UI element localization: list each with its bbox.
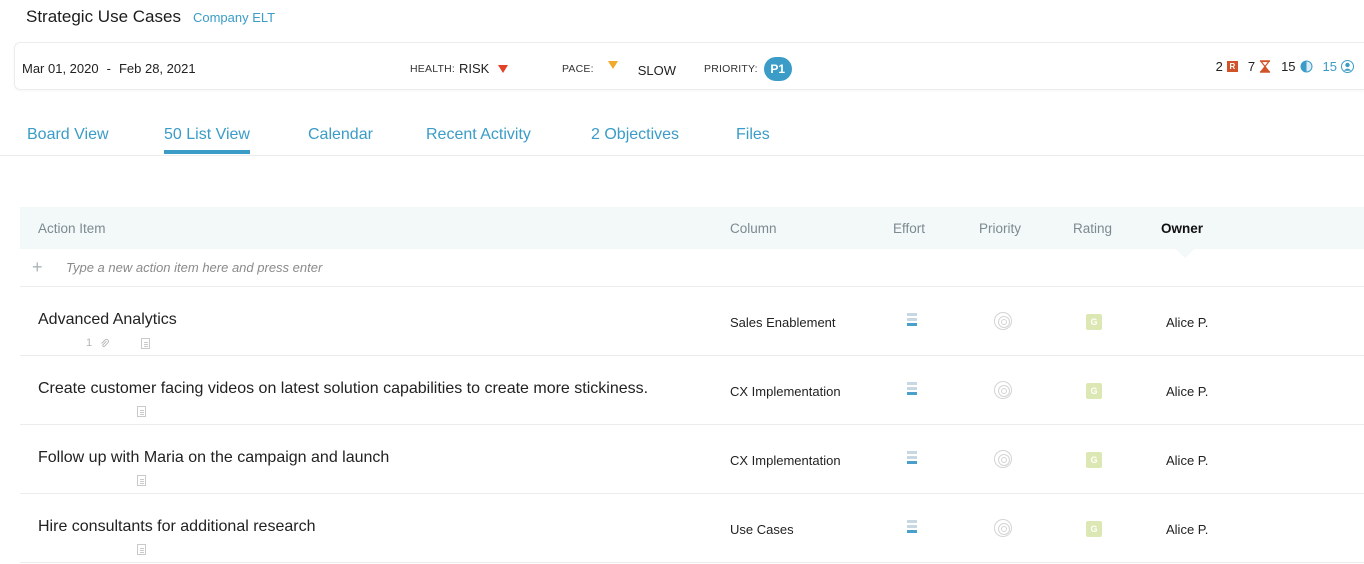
table-header: Action Item Column Effort Priority Ratin… [20, 207, 1364, 258]
rating-badge[interactable]: G [1086, 383, 1102, 399]
start-date: Mar 01, 2020 [22, 61, 99, 76]
table-row[interactable]: Advanced Analytics 1 Sales Enablement G … [20, 287, 1364, 356]
members-counter[interactable]: 15 [1323, 59, 1354, 74]
column-header-effort[interactable]: Effort [893, 221, 925, 236]
rating-badge[interactable]: G [1086, 314, 1102, 330]
item-meta [86, 544, 146, 555]
table-row[interactable]: Create customer facing videos on latest … [20, 356, 1364, 425]
item-meta [86, 406, 146, 417]
action-item-title[interactable]: Advanced Analytics [38, 311, 177, 329]
attachment-count: 1 [86, 337, 93, 349]
end-date: Feb 28, 2021 [118, 61, 196, 76]
owner-name[interactable]: Alice P. [1166, 315, 1208, 330]
tab-list-view[interactable]: 50 List View [164, 126, 250, 154]
health-label: HEALTH: [410, 62, 455, 75]
date-range[interactable]: Mar 01, 2020 - Feb 28, 2021 [22, 61, 196, 76]
tab-board-view[interactable]: Board View [27, 126, 109, 144]
priority-target-icon[interactable] [994, 312, 1012, 330]
pace-indicator[interactable]: PACE: SLOW [562, 60, 677, 78]
item-meta: 1 [86, 337, 151, 349]
health-down-triangle-icon [498, 64, 509, 73]
page-header: Strategic Use Cases Company ELT [26, 7, 275, 27]
effort-level-icon[interactable] [907, 520, 917, 533]
owner-name[interactable]: Alice P. [1166, 522, 1208, 537]
item-meta [86, 475, 146, 486]
priority-badge[interactable]: P1 [763, 57, 792, 81]
risk-icon: R [1226, 61, 1238, 72]
column-header-action-item[interactable]: Action Item [38, 221, 106, 236]
document-icon[interactable] [137, 406, 146, 417]
priority-target-icon[interactable] [994, 519, 1012, 537]
members-count: 15 [1322, 59, 1337, 74]
tab-calendar[interactable]: Calendar [308, 126, 373, 144]
overdue-count: 7 [1247, 59, 1256, 74]
effort-level-icon[interactable] [907, 451, 917, 464]
tab-recent-activity[interactable]: Recent Activity [426, 126, 531, 144]
tab-objectives[interactable]: 2 Objectives [591, 126, 679, 144]
effort-level-icon[interactable] [907, 313, 917, 326]
overdue-counter[interactable]: 7 [1248, 59, 1271, 74]
column-name[interactable]: Sales Enablement [730, 315, 836, 330]
action-item-title[interactable]: Create customer facing videos on latest … [38, 380, 648, 398]
page-title: Strategic Use Cases [26, 7, 181, 26]
priority-label: PRIORITY: [704, 63, 758, 75]
column-header-owner[interactable]: Owner [1161, 221, 1203, 236]
column-header-rating[interactable]: Rating [1073, 221, 1112, 236]
owner-name[interactable]: Alice P. [1166, 384, 1208, 399]
table-row[interactable]: Hire consultants for additional research… [20, 494, 1364, 563]
pace-down-triangle-icon [607, 60, 618, 69]
risk-count: 2 [1215, 59, 1223, 74]
action-item-title[interactable]: Hire consultants for additional research [38, 518, 315, 536]
counters: 2 R 7 15 15 [1216, 59, 1354, 74]
progress-counter[interactable]: 15 [1281, 59, 1313, 74]
priority-target-icon[interactable] [994, 381, 1012, 399]
pace-label: PACE: [562, 62, 594, 75]
effort-level-icon[interactable] [907, 382, 917, 395]
rating-badge[interactable]: G [1086, 521, 1102, 537]
table-row[interactable]: Follow up with Maria on the campaign and… [20, 425, 1364, 494]
action-items-table: Action Item Column Effort Priority Ratin… [20, 207, 1364, 563]
action-item-title[interactable]: Follow up with Maria on the campaign and… [38, 449, 389, 467]
column-header-column[interactable]: Column [730, 221, 777, 236]
progress-count: 15 [1281, 59, 1296, 74]
add-action-item-row: + [20, 249, 1364, 287]
date-separator: - [106, 61, 111, 76]
column-header-priority[interactable]: Priority [979, 221, 1021, 236]
paperclip-icon [101, 338, 109, 348]
pace-value: SLOW [637, 63, 677, 78]
risk-counter[interactable]: 2 R [1216, 59, 1238, 74]
half-circle-icon [1300, 60, 1313, 73]
priority-target-icon[interactable] [994, 450, 1012, 468]
user-icon [1341, 60, 1354, 73]
new-action-item-input[interactable] [66, 260, 666, 275]
tab-files[interactable]: Files [736, 126, 770, 144]
team-link[interactable]: Company ELT [193, 10, 275, 25]
document-icon[interactable] [137, 544, 146, 555]
document-icon[interactable] [141, 337, 151, 349]
document-icon[interactable] [137, 475, 146, 486]
column-name[interactable]: CX Implementation [730, 453, 841, 468]
plus-icon[interactable]: + [32, 257, 43, 278]
rating-badge[interactable]: G [1086, 452, 1102, 468]
view-tabs: Board View 50 List View Calendar Recent … [0, 110, 1364, 156]
priority-indicator[interactable]: PRIORITY: P1 [704, 57, 792, 81]
health-value: RISK [458, 61, 490, 76]
column-name[interactable]: CX Implementation [730, 384, 841, 399]
status-bar: Mar 01, 2020 - Feb 28, 2021 HEALTH: RISK… [14, 42, 1364, 90]
health-indicator[interactable]: HEALTH: RISK [410, 61, 509, 76]
column-name[interactable]: Use Cases [730, 522, 794, 537]
owner-name[interactable]: Alice P. [1166, 453, 1208, 468]
hourglass-icon [1259, 60, 1271, 73]
